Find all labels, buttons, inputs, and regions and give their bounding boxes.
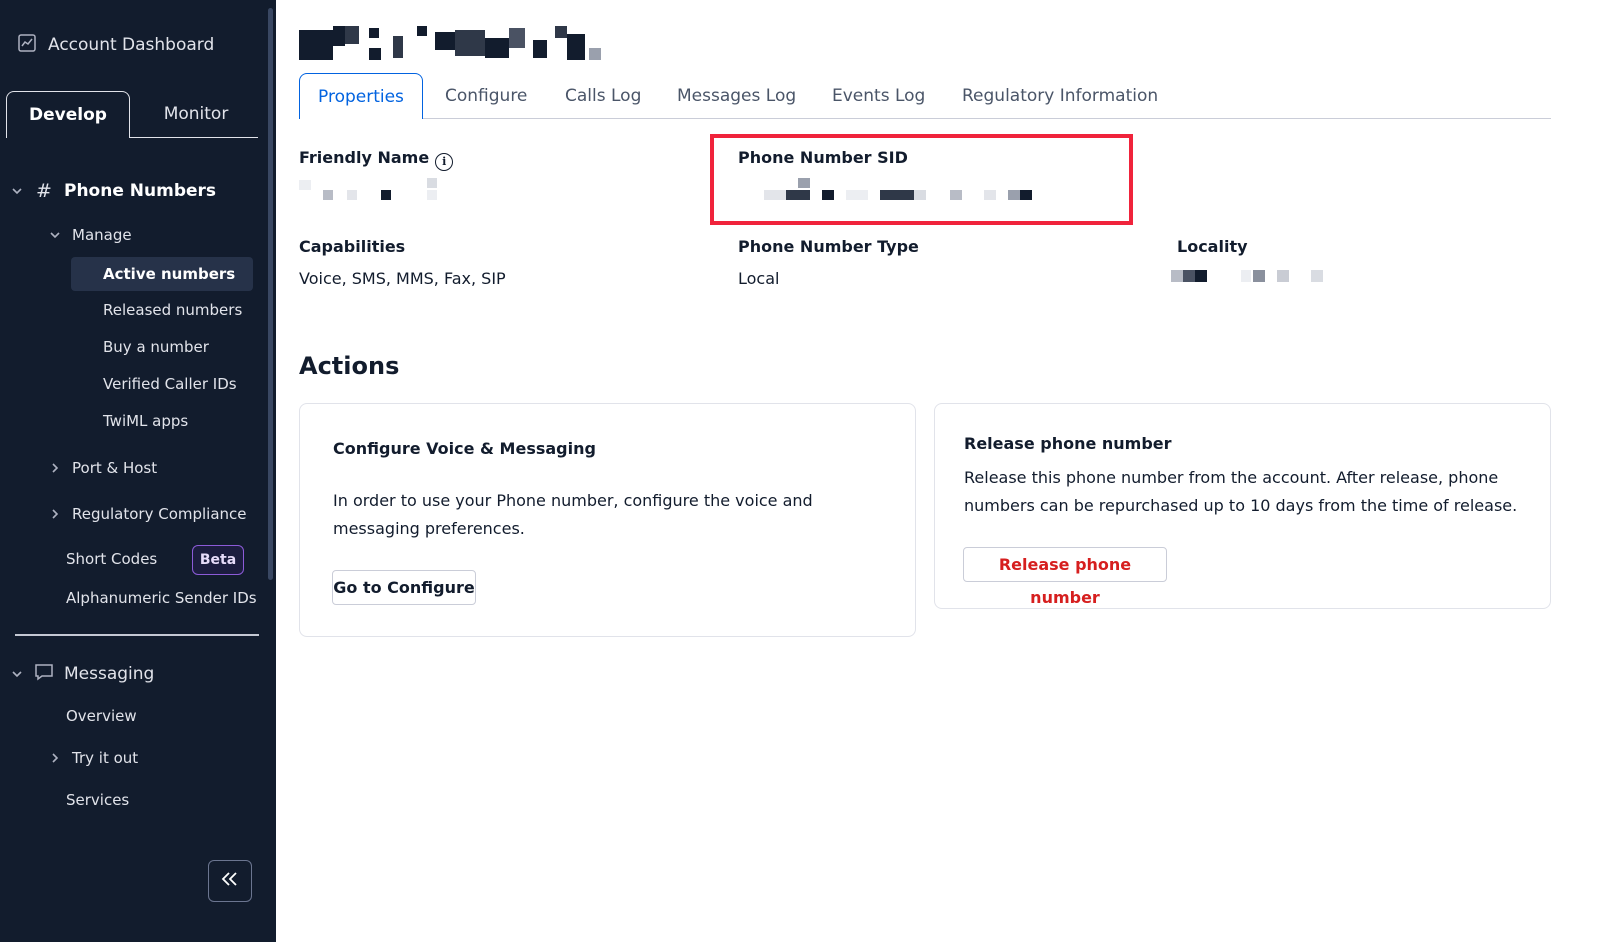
info-icon[interactable]: i [435, 152, 454, 171]
sidebar-scrollbar[interactable] [268, 8, 273, 580]
sidebar-item-manage[interactable]: Manage [48, 226, 132, 244]
main-content: Properties Configure Calls Log Messages … [276, 0, 1600, 942]
sidebar-item-label: Regulatory Compliance [72, 505, 247, 523]
friendly-name-label-text: Friendly Name [299, 148, 430, 167]
phone-number-type-label: Phone Number Type [738, 237, 919, 256]
actions-heading: Actions [299, 352, 400, 380]
sidebar-item-try-it-out[interactable]: Try it out [48, 749, 138, 767]
hash-icon: # [36, 180, 52, 202]
sidebar-item-label: Try it out [72, 749, 139, 767]
tab-regulatory-information[interactable]: Regulatory Information [962, 73, 1158, 118]
highlight-box [710, 134, 1133, 225]
go-to-configure-button[interactable]: Go to Configure [332, 570, 476, 605]
collapse-sidebar-button[interactable] [208, 860, 252, 902]
account-dashboard-link[interactable]: Account Dashboard [18, 34, 214, 56]
redacted-locality [1171, 270, 1331, 284]
sidebar-item-short-codes[interactable]: Short Codes [66, 550, 157, 568]
sidebar-item-label: Short Codes [66, 550, 158, 568]
redacted-page-title [299, 26, 604, 62]
phone-number-type-value: Local [738, 269, 780, 288]
sidebar-group-phone-numbers[interactable]: # Phone Numbers [10, 178, 216, 204]
sidebar-item-alphanumeric-sender-ids[interactable]: Alphanumeric Sender IDs [66, 589, 257, 607]
sidebar-item-regulatory-compliance[interactable]: Regulatory Compliance [48, 505, 247, 523]
sidebar-item-label: Alphanumeric Sender IDs [66, 589, 257, 607]
sidebar-group-label: Messaging [64, 664, 155, 684]
release-phone-number-button[interactable]: Release phone number [963, 547, 1167, 607]
sidebar-item-label: Active numbers [103, 265, 236, 283]
tab-develop[interactable]: Develop [6, 91, 130, 138]
chevron-right-icon [48, 507, 62, 521]
release-card-title: Release phone number [964, 434, 1172, 453]
capabilities-label: Capabilities [299, 237, 406, 256]
chevron-down-icon [48, 228, 62, 242]
sidebar-item-twiml-apps[interactable]: TwiML apps [103, 412, 188, 430]
sidebar-item-label: Port & Host [72, 459, 158, 477]
sidebar-item-label: Overview [66, 707, 137, 725]
configure-card-title: Configure Voice & Messaging [333, 439, 596, 458]
sidebar: Account Dashboard Develop Monitor # Phon… [0, 0, 276, 942]
configure-card-text: In order to use your Phone number, confi… [333, 491, 813, 538]
redacted-friendly-name [299, 178, 439, 202]
sidebar-item-released-numbers[interactable]: Released numbers [103, 301, 242, 319]
chevron-right-icon [48, 461, 62, 475]
chevron-down-icon [10, 184, 24, 198]
friendly-name-label: Friendly Name i [299, 148, 454, 171]
tab-monitor[interactable]: Monitor [138, 91, 254, 137]
tab-messages-log[interactable]: Messages Log [677, 73, 796, 118]
beta-badge: Beta [192, 545, 244, 575]
sidebar-group-messaging[interactable]: Messaging [10, 663, 154, 685]
tab-properties[interactable]: Properties [299, 73, 423, 119]
sidebar-item-label: Manage [72, 226, 132, 244]
chat-icon [34, 663, 54, 685]
tab-events-log[interactable]: Events Log [832, 73, 925, 118]
capabilities-value: Voice, SMS, MMS, Fax, SIP [299, 269, 506, 288]
double-chevron-left-icon [221, 871, 239, 891]
locality-label: Locality [1177, 237, 1248, 256]
detail-tabs: Properties Configure Calls Log Messages … [299, 73, 1551, 119]
configure-card: Configure Voice & Messaging In order to … [299, 403, 916, 637]
sidebar-item-label: Services [66, 791, 130, 809]
dashboard-icon [18, 34, 36, 56]
release-card-text: Release this phone number from the accou… [964, 468, 1518, 515]
tab-calls-log[interactable]: Calls Log [565, 73, 641, 118]
sidebar-tabs: Develop Monitor [6, 91, 258, 138]
chevron-down-icon [10, 667, 24, 681]
sidebar-divider [15, 634, 259, 636]
sidebar-item-verified-caller-ids[interactable]: Verified Caller IDs [103, 375, 237, 393]
sidebar-item-overview[interactable]: Overview [66, 707, 137, 725]
sidebar-group-label: Phone Numbers [64, 181, 217, 201]
sidebar-item-services[interactable]: Services [66, 791, 129, 809]
release-card: Release phone number Release this phone … [934, 403, 1551, 609]
sidebar-item-port-host[interactable]: Port & Host [48, 459, 157, 477]
account-dashboard-label: Account Dashboard [48, 35, 215, 55]
tab-configure[interactable]: Configure [445, 73, 527, 118]
sidebar-item-buy-a-number[interactable]: Buy a number [103, 338, 209, 356]
chevron-right-icon [48, 751, 62, 765]
sidebar-item-active-numbers[interactable]: Active numbers [71, 257, 253, 291]
